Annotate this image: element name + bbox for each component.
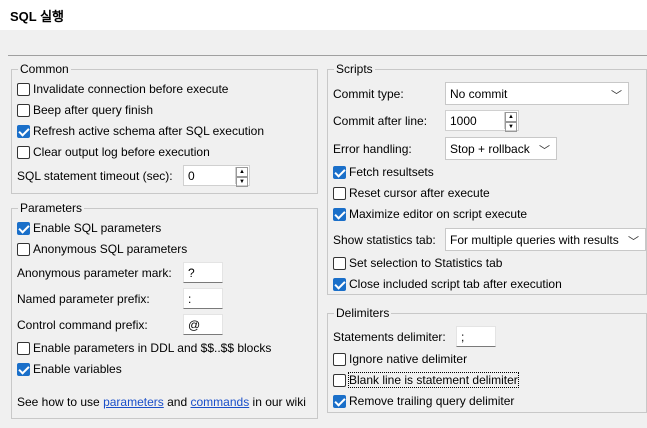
help-text: See how to use parameters and commands i… xyxy=(17,393,306,411)
remove-trailing-label: Remove trailing query delimiter xyxy=(349,394,515,408)
named-prefix-input[interactable]: : xyxy=(183,288,223,309)
anonymous-params-label: Anonymous SQL parameters xyxy=(33,242,188,256)
timeout-spinner[interactable]: ▲ ▼ xyxy=(235,167,248,187)
blank-line-row[interactable]: Blank line is statement delimiter xyxy=(333,371,519,389)
commit-type-value: No commit xyxy=(450,86,508,101)
stmt-delim-label: Statements delimiter: xyxy=(333,330,446,344)
timeout-value: 0 xyxy=(188,168,195,183)
anonymous-params-checkbox[interactable] xyxy=(17,242,30,256)
enable-sql-params-row[interactable]: Enable SQL parameters xyxy=(17,219,161,237)
spin-down-icon[interactable]: ▼ xyxy=(236,177,248,187)
refresh-checkbox[interactable] xyxy=(17,124,30,138)
beep-checkbox[interactable] xyxy=(17,103,30,117)
reset-cursor-row[interactable]: Reset cursor after execute xyxy=(333,184,490,202)
spin-up-icon[interactable]: ▲ xyxy=(505,112,517,122)
enable-sql-params-checkbox[interactable] xyxy=(17,221,30,235)
enable-sql-params-label: Enable SQL parameters xyxy=(33,221,162,235)
blank-line-checkbox[interactable] xyxy=(333,373,346,387)
stats-value: For multiple queries with results xyxy=(450,232,619,247)
chevron-down-icon: ﹀ xyxy=(539,145,550,157)
remove-trailing-checkbox[interactable] xyxy=(333,394,346,408)
fetch-label: Fetch resultsets xyxy=(349,165,434,179)
commit-after-stepper[interactable]: 1000 ▲ ▼ xyxy=(445,110,519,132)
commit-type-select[interactable]: No commit ﹀ xyxy=(445,82,629,105)
anon-mark-value: ? xyxy=(188,265,195,280)
beep-label: Beep after query finish xyxy=(33,103,154,117)
remove-trailing-row[interactable]: Remove trailing query delimiter xyxy=(333,392,514,410)
common-title: Common xyxy=(18,62,71,76)
ignore-native-row[interactable]: Ignore native delimiter xyxy=(333,350,467,368)
separator xyxy=(8,55,647,56)
parameters-title: Parameters xyxy=(18,201,85,215)
help-and: and xyxy=(167,395,188,409)
variables-checkbox[interactable] xyxy=(17,362,30,376)
ignore-native-label: Ignore native delimiter xyxy=(349,352,468,366)
timeout-label: SQL statement timeout (sec): xyxy=(17,169,173,183)
chevron-down-icon: ﹀ xyxy=(628,236,639,248)
parameters-link[interactable]: parameters xyxy=(103,395,164,409)
anon-mark-label: Anonymous parameter mark: xyxy=(17,266,172,280)
scripts-title: Scripts xyxy=(334,62,375,76)
delimiters-title: Delimiters xyxy=(334,306,392,320)
maximize-label: Maximize editor on script execute xyxy=(349,207,528,221)
spin-down-icon[interactable]: ▼ xyxy=(505,122,517,132)
refresh-label: Refresh active schema after SQL executio… xyxy=(33,124,264,138)
close-included-label: Close included script tab after executio… xyxy=(349,277,562,291)
help-prefix: See how to use xyxy=(17,395,100,409)
error-handling-value: Stop + rollback xyxy=(450,141,530,156)
commands-link[interactable]: commands xyxy=(191,395,250,409)
ignore-native-checkbox[interactable] xyxy=(333,352,346,366)
control-prefix-input[interactable]: @ xyxy=(183,314,223,335)
reset-cursor-checkbox[interactable] xyxy=(333,186,346,200)
invalidate-checkbox[interactable] xyxy=(17,82,30,96)
refresh-checkbox-row[interactable]: Refresh active schema after SQL executio… xyxy=(17,122,264,140)
help-suffix: in our wiki xyxy=(252,395,306,409)
stats-label: Show statistics tab: xyxy=(333,233,436,247)
chevron-down-icon: ﹀ xyxy=(611,90,622,102)
stats-select[interactable]: For multiple queries with results ﹀ xyxy=(445,228,646,251)
control-prefix-value: @ xyxy=(188,317,201,332)
ddl-blocks-label: Enable parameters in DDL and $$..$$ bloc… xyxy=(33,341,272,355)
named-prefix-value: : xyxy=(188,291,192,306)
clear-log-checkbox[interactable] xyxy=(17,145,30,159)
blank-line-label: Blank line is statement delimiter xyxy=(348,372,519,388)
set-selection-label: Set selection to Statistics tab xyxy=(349,256,503,270)
anonymous-params-row[interactable]: Anonymous SQL parameters xyxy=(17,240,187,258)
close-included-checkbox[interactable] xyxy=(333,277,346,291)
control-prefix-label: Control command prefix: xyxy=(17,318,148,332)
spin-up-icon[interactable]: ▲ xyxy=(236,167,248,177)
fetch-row[interactable]: Fetch resultsets xyxy=(333,163,434,181)
maximize-checkbox[interactable] xyxy=(333,207,346,221)
variables-row[interactable]: Enable variables xyxy=(17,360,122,378)
anon-mark-input[interactable]: ? xyxy=(183,262,223,283)
reset-cursor-label: Reset cursor after execute xyxy=(349,186,490,200)
maximize-row[interactable]: Maximize editor on script execute xyxy=(333,205,527,223)
variables-label: Enable variables xyxy=(33,362,122,376)
ddl-blocks-row[interactable]: Enable parameters in DDL and $$..$$ bloc… xyxy=(17,339,271,357)
stmt-delim-value: ; xyxy=(461,329,465,344)
commit-after-value: 1000 xyxy=(450,113,477,128)
fetch-checkbox[interactable] xyxy=(333,165,346,179)
close-included-row[interactable]: Close included script tab after executio… xyxy=(333,275,562,293)
commit-after-spinner[interactable]: ▲ ▼ xyxy=(504,112,517,132)
commit-after-label: Commit after line: xyxy=(333,114,428,128)
clear-log-checkbox-row[interactable]: Clear output log before execution xyxy=(17,143,210,161)
error-handling-select[interactable]: Stop + rollback ﹀ xyxy=(445,137,557,160)
named-prefix-label: Named parameter prefix: xyxy=(17,292,150,306)
commit-type-label: Commit type: xyxy=(333,87,404,101)
set-selection-checkbox[interactable] xyxy=(333,256,346,270)
ddl-blocks-checkbox[interactable] xyxy=(17,341,30,355)
set-selection-row[interactable]: Set selection to Statistics tab xyxy=(333,254,502,272)
invalidate-checkbox-row[interactable]: Invalidate connection before execute xyxy=(17,80,228,98)
stmt-delim-input[interactable]: ; xyxy=(456,326,496,347)
timeout-stepper[interactable]: 0 ▲ ▼ xyxy=(183,165,250,187)
beep-checkbox-row[interactable]: Beep after query finish xyxy=(17,101,153,119)
invalidate-label: Invalidate connection before execute xyxy=(33,82,229,96)
page-title: SQL 실행 xyxy=(0,0,647,30)
clear-log-label: Clear output log before execution xyxy=(33,145,210,159)
error-handling-label: Error handling: xyxy=(333,142,412,156)
